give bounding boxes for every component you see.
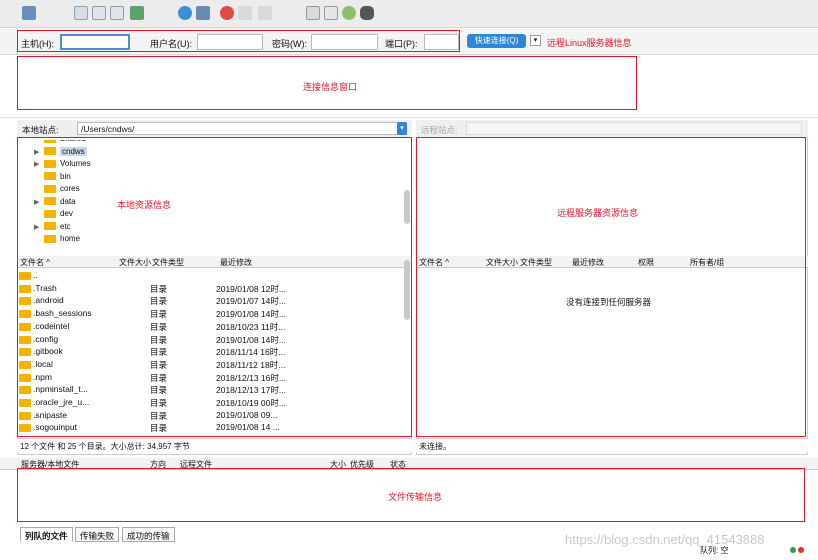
site-manager-icon[interactable]	[22, 6, 36, 20]
cancel-icon[interactable]	[220, 6, 234, 20]
tab-queued-files[interactable]: 列队的文件	[20, 527, 73, 542]
annotation-local-res: 本地资源信息	[117, 200, 172, 210]
status-light-icon	[798, 547, 804, 553]
local-tree-icon[interactable]	[92, 6, 106, 20]
remote-site-label: 远程站点:	[421, 125, 458, 135]
annotation-box-remote	[416, 137, 806, 437]
process-queue-icon[interactable]	[196, 6, 210, 20]
local-site-label: 本地站点:	[22, 125, 59, 135]
tab-successful-transfers[interactable]: 成功的传输	[122, 527, 175, 542]
watermark: https://blog.csdn.net/qq_41543888	[565, 532, 765, 547]
annotation-box-local	[17, 137, 412, 437]
message-log-icon[interactable]	[74, 6, 88, 20]
disconnect-icon[interactable]	[238, 6, 252, 20]
annotation-conn-window: 连接信息窗口	[303, 82, 358, 92]
search-icon[interactable]	[360, 6, 374, 20]
reconnect-icon[interactable]	[258, 6, 272, 20]
local-status: 12 个文件 和 25 个目录。大小总计: 34,957 字节	[17, 438, 412, 452]
annotation-remote-res: 远程服务器资源信息	[557, 208, 639, 218]
remote-path-input[interactable]	[466, 122, 802, 135]
local-path-input[interactable]: /Users/cndws/	[77, 122, 407, 135]
local-site-bar: 本地站点: /Users/cndws/ ▾	[17, 120, 412, 138]
quickconnect-dropdown[interactable]: ▾	[530, 35, 541, 46]
quickconnect-button[interactable]: 快速连接(Q)	[467, 34, 526, 48]
compare-icon[interactable]	[324, 6, 338, 20]
queue-icon[interactable]	[130, 6, 144, 20]
tab-failed-transfers[interactable]: 传输失败	[75, 527, 120, 542]
sync-browse-icon[interactable]	[342, 6, 356, 20]
refresh-icon[interactable]	[178, 6, 192, 20]
filter-icon[interactable]	[306, 6, 320, 20]
toolbar	[0, 0, 818, 28]
remote-status: 未连接。	[416, 438, 808, 452]
annotation-box-connect	[17, 30, 460, 52]
status-light-icon	[790, 547, 796, 553]
remote-tree-icon[interactable]	[110, 6, 124, 20]
local-path-dropdown[interactable]: ▾	[397, 122, 407, 135]
annotation-remote-info: 远程Linux服务器信息	[547, 38, 632, 48]
annotation-transfer: 文件传输信息	[388, 492, 443, 502]
remote-site-bar: 远程站点:	[416, 120, 808, 138]
